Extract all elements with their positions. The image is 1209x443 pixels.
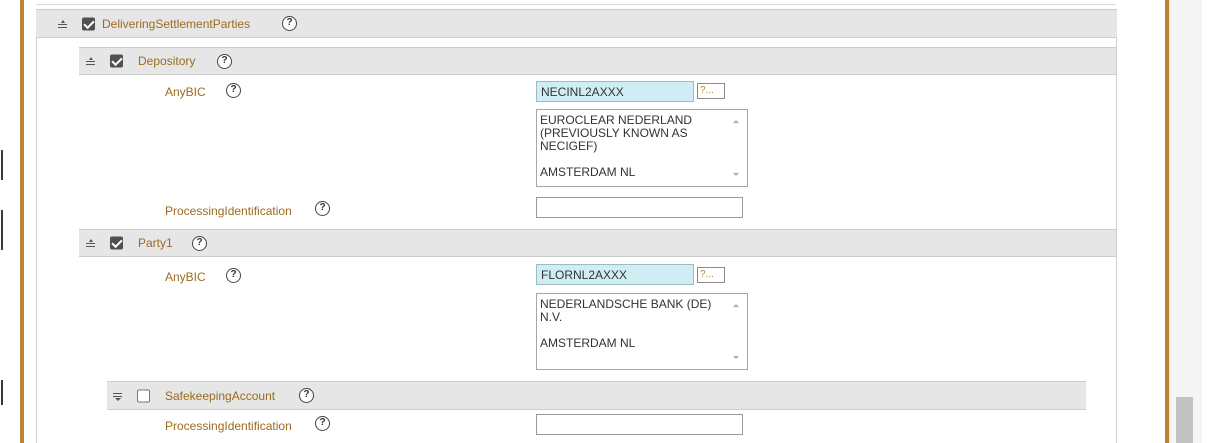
window-edge: [0, 0, 4, 443]
scroll-arrow-icon[interactable]: [733, 120, 739, 123]
divider: [36, 4, 1116, 5]
help-icon[interactable]: ?: [315, 201, 330, 216]
expand-icon[interactable]: [112, 391, 124, 401]
bic-details-text: EUROCLEAR NEDERLAND (PREVIOUSLY KNOWN AS…: [540, 113, 693, 179]
section-header-depository[interactable]: Depository ?: [79, 47, 1116, 75]
section-header-delivering-settlement-parties[interactable]: DeliveringSettlementParties ?: [36, 9, 1117, 38]
checkbox-depository[interactable]: [110, 54, 123, 68]
section-header-party1[interactable]: Party1 ?: [79, 229, 1116, 257]
field-label-anybic: AnyBIC: [165, 85, 206, 99]
scroll-arrow-icon[interactable]: [733, 356, 739, 359]
checkbox-safekeeping-account[interactable]: [137, 389, 150, 402]
edge-mark: [1, 210, 3, 250]
collapse-icon[interactable]: [85, 56, 97, 66]
checkbox-party1[interactable]: [110, 236, 123, 250]
collapse-icon[interactable]: [57, 19, 69, 29]
field-label-processing-identification: ProcessingIdentification: [165, 419, 292, 433]
processing-identification-input[interactable]: [536, 197, 743, 218]
outer-gutter: [6, 0, 20, 443]
bic-details-box[interactable]: EUROCLEAR NEDERLAND (PREVIOUSLY KNOWN AS…: [536, 109, 748, 187]
vertical-scrollbar[interactable]: [1169, 0, 1202, 443]
help-icon[interactable]: ?: [226, 268, 241, 283]
checkbox-delivering-settlement-parties[interactable]: [82, 17, 95, 30]
bic-details-text: NEDERLANDSCHE BANK (DE) N.V. AMSTERDAM N…: [540, 297, 712, 350]
accent-border-left: [20, 0, 24, 443]
section-label-delivering-settlement-parties: DeliveringSettlementParties: [102, 16, 251, 31]
help-icon[interactable]: ?: [315, 416, 330, 431]
bic-lookup-button[interactable]: ?...: [697, 267, 725, 283]
edge-mark: [1, 380, 3, 405]
section-header-safekeeping-account[interactable]: SafekeepingAccount ?: [107, 381, 1086, 410]
help-icon[interactable]: ?: [299, 388, 314, 403]
section-label-safekeeping-account: SafekeepingAccount: [165, 388, 276, 403]
help-icon[interactable]: ?: [217, 54, 232, 69]
bic-details-box[interactable]: NEDERLANDSCHE BANK (DE) N.V. AMSTERDAM N…: [536, 293, 748, 370]
scroll-arrow-icon[interactable]: [733, 173, 739, 176]
field-label-anybic: AnyBIC: [165, 270, 206, 284]
scroll-arrow-icon[interactable]: [733, 304, 739, 307]
scrollbar-thumb[interactable]: [1176, 397, 1193, 443]
help-icon[interactable]: ?: [282, 16, 297, 31]
section-label-depository: Depository: [138, 54, 196, 68]
help-icon[interactable]: ?: [226, 83, 241, 98]
help-icon[interactable]: ?: [192, 236, 207, 251]
processing-identification-input[interactable]: [536, 414, 743, 435]
anybic-input[interactable]: [536, 264, 694, 285]
field-label-processing-identification: ProcessingIdentification: [165, 204, 292, 218]
anybic-input[interactable]: [536, 81, 694, 102]
section-label-party1: Party1: [138, 236, 173, 250]
collapse-icon[interactable]: [85, 238, 97, 248]
edge-mark: [1, 150, 3, 180]
bic-lookup-button[interactable]: ?...: [697, 83, 725, 99]
